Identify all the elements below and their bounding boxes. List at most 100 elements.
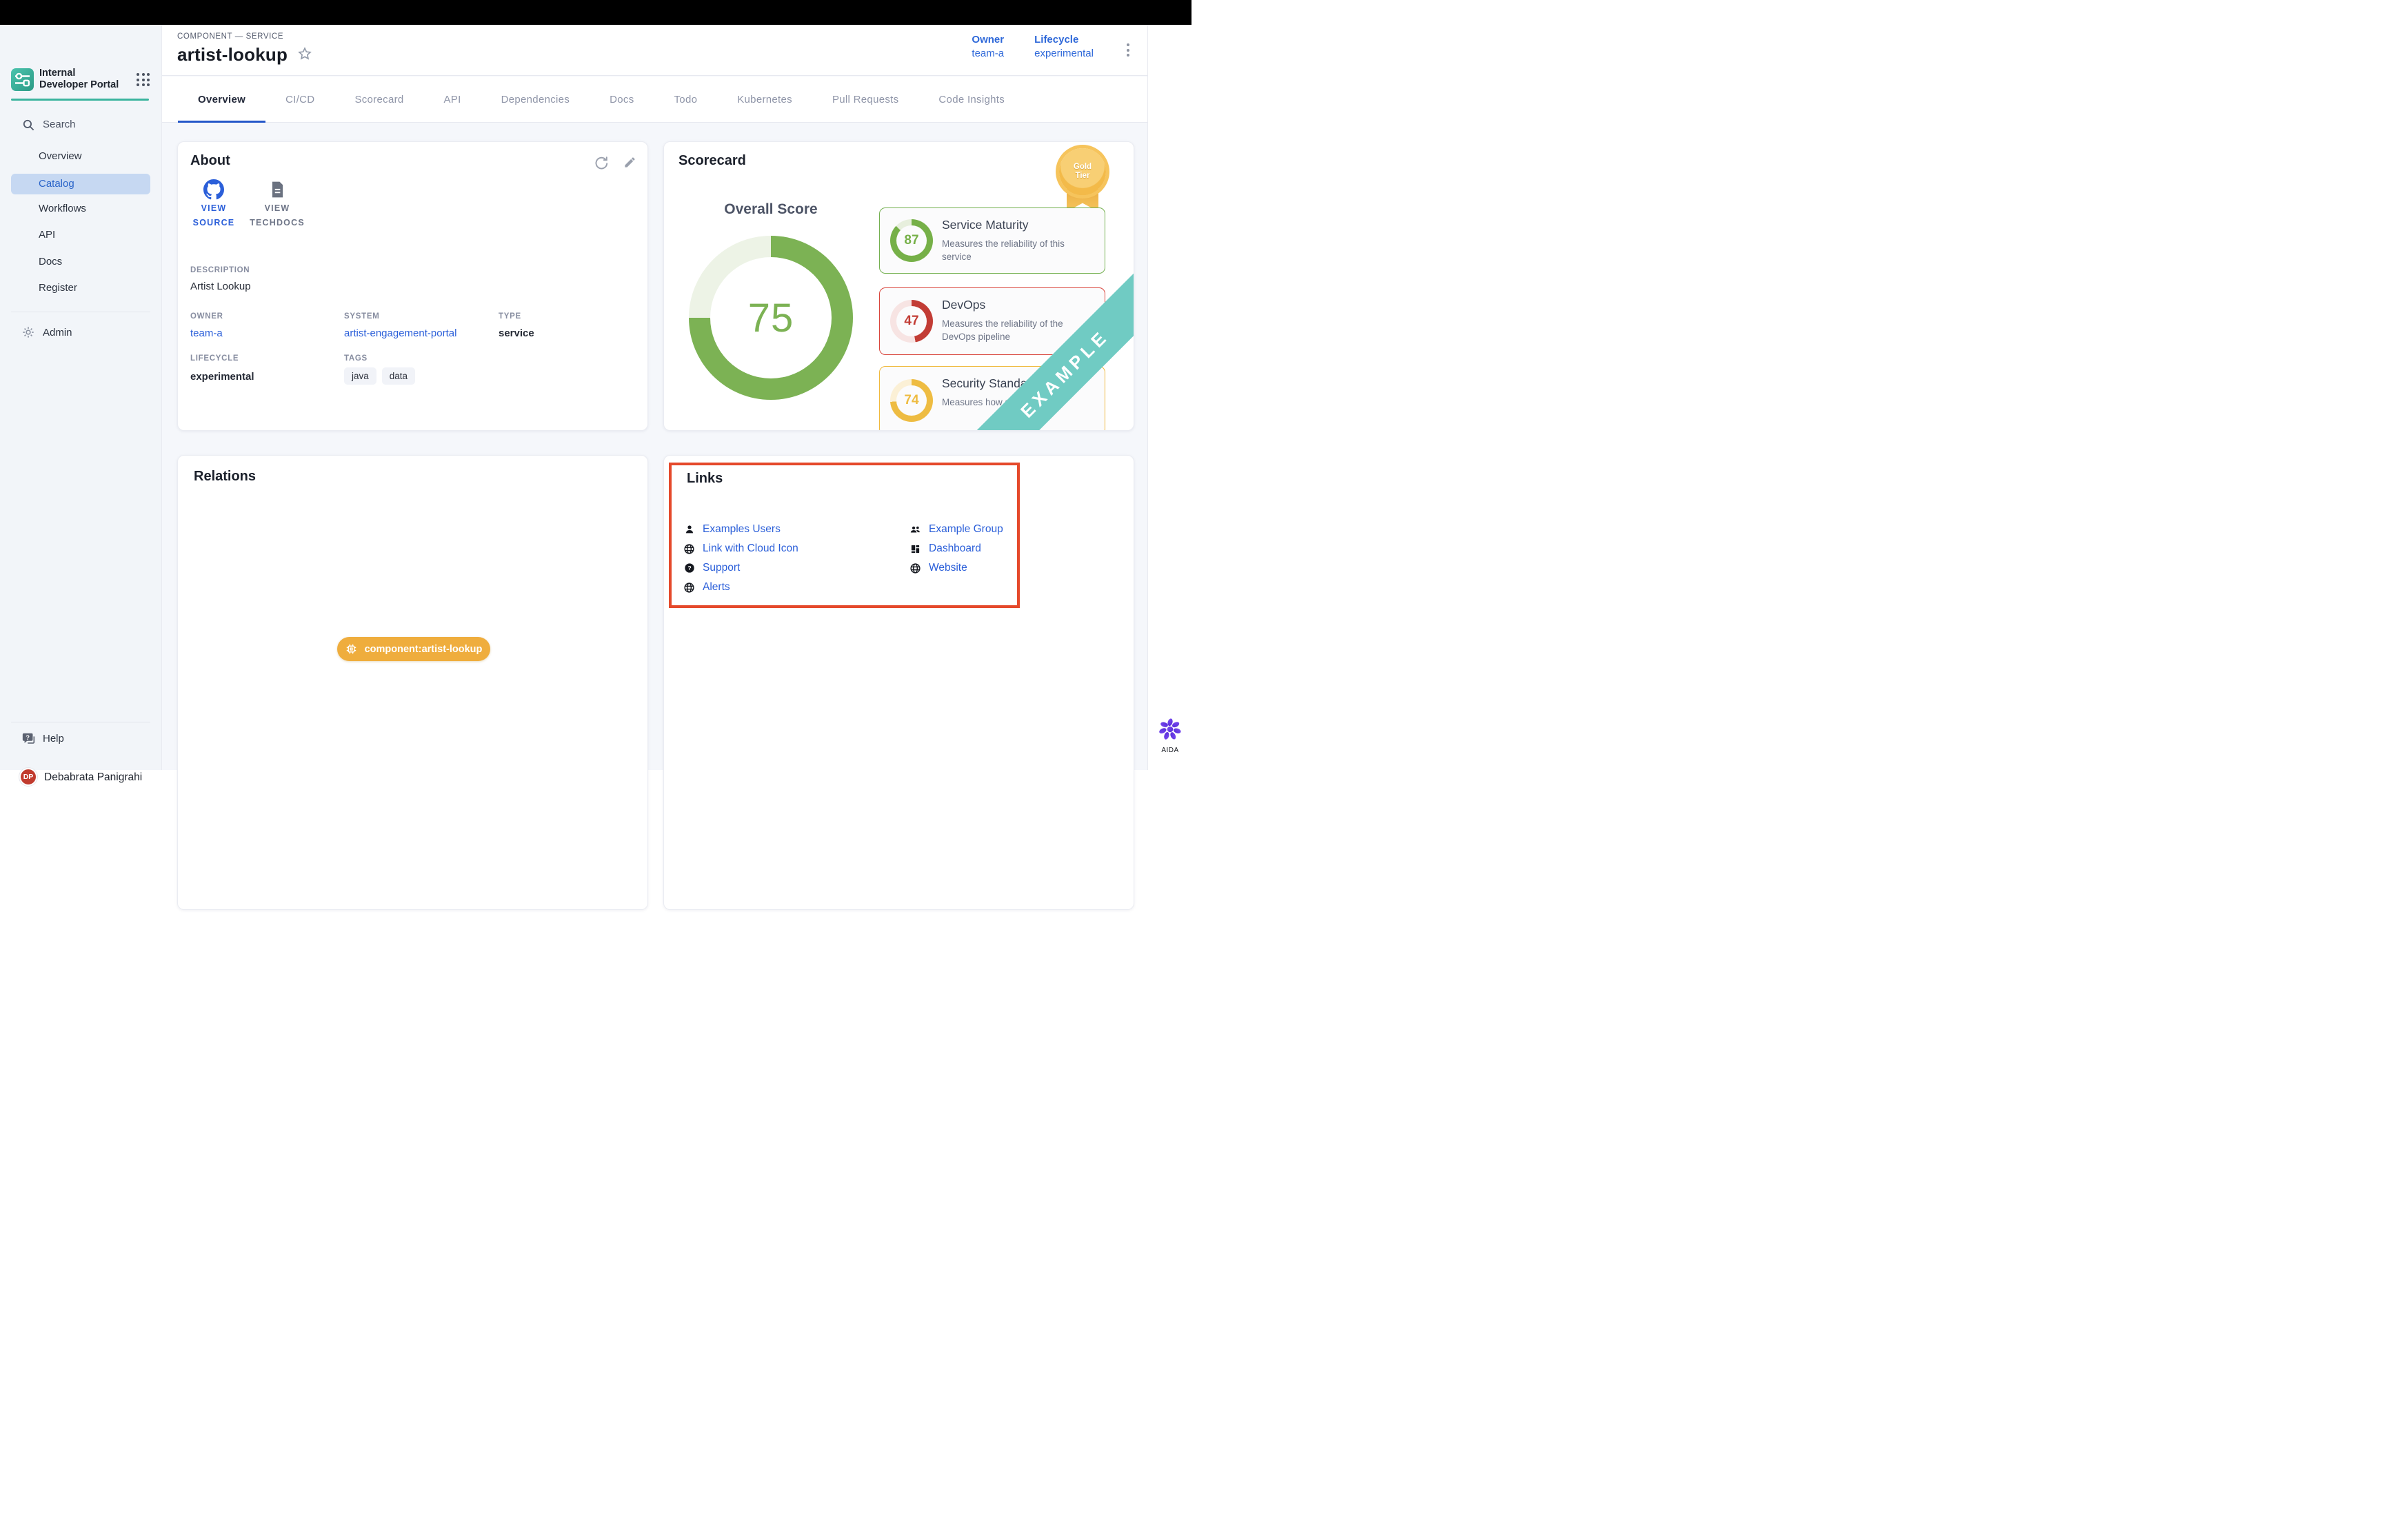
metric-value: 87	[890, 219, 933, 262]
overall-score-value: 75	[689, 236, 853, 400]
link-alerts[interactable]: Alerts	[683, 578, 730, 597]
link-with-cloud-icon[interactable]: Link with Cloud Icon	[683, 539, 798, 558]
right-gutter: AIDA	[1147, 25, 1192, 770]
about-card: About VIEW SOURCE VIEW	[177, 141, 648, 431]
sidebar-item-docs[interactable]: Docs	[11, 252, 150, 272]
tag-chip[interactable]: java	[344, 367, 376, 385]
link-website[interactable]: Website	[909, 558, 967, 578]
tab-scorecard[interactable]: Scorecard	[334, 77, 423, 122]
lifecycle-value: experimental	[1034, 48, 1094, 59]
tab-docs[interactable]: Docs	[590, 77, 654, 122]
relation-node-component[interactable]: component:artist-lookup	[337, 637, 490, 661]
view-source-line2: SOURCE	[181, 216, 247, 230]
link-dashboard[interactable]: Dashboard	[909, 539, 981, 558]
brand: Internal Developer Portal	[11, 68, 153, 92]
metric-value: 74	[890, 379, 933, 422]
sidebar-item-admin[interactable]: Admin	[0, 323, 162, 343]
link-label: Link with Cloud Icon	[703, 543, 798, 555]
content-area: About VIEW SOURCE VIEW	[162, 123, 1147, 770]
metric-title: DevOps	[942, 298, 985, 312]
user-avatar: DP	[19, 768, 37, 786]
dashboard-icon	[909, 544, 921, 554]
aida-widget[interactable]: AIDA	[1148, 718, 1192, 754]
tag-chip[interactable]: data	[382, 367, 415, 385]
refresh-icon[interactable]	[594, 156, 608, 174]
owner-meta[interactable]: Owner team-a	[972, 34, 1004, 59]
brand-divider	[11, 99, 149, 101]
system-field-value[interactable]: artist-engagement-portal	[344, 327, 456, 339]
link-example-group[interactable]: Example Group	[909, 520, 1003, 539]
tab-cicd[interactable]: CI/CD	[265, 77, 334, 122]
metric-donut: 74	[890, 379, 933, 422]
favorite-star-icon[interactable]	[297, 46, 312, 65]
type-field-label: TYPE	[499, 312, 521, 321]
sidebar-search[interactable]: Search	[0, 115, 162, 136]
help-chat-icon: ?	[21, 731, 37, 747]
tab-dependencies[interactable]: Dependencies	[481, 77, 590, 122]
view-techdocs-line2: TECHDOCS	[244, 216, 310, 230]
link-label: Example Group	[929, 523, 1003, 536]
tags-field-label: TAGS	[344, 354, 368, 363]
link-label: Examples Users	[703, 523, 781, 536]
owner-value[interactable]: team-a	[972, 48, 1004, 59]
description-value: Artist Lookup	[190, 281, 251, 292]
entity-kind-label: COMPONENT — SERVICE	[177, 32, 283, 41]
tab-kubernetes[interactable]: Kubernetes	[717, 77, 812, 122]
search-label: Search	[43, 119, 76, 130]
group-icon	[909, 524, 921, 535]
metric-donut: 47	[890, 300, 933, 343]
link-examples-users[interactable]: Examples Users	[683, 520, 781, 539]
tab-todo[interactable]: Todo	[654, 77, 718, 122]
tab-overview[interactable]: Overview	[178, 77, 265, 122]
type-field-value: service	[499, 327, 534, 339]
metric-donut: 87	[890, 219, 933, 262]
help-circle-icon: ?	[683, 563, 695, 574]
view-source-button[interactable]: VIEW SOURCE	[181, 178, 247, 230]
links-card: Links Examples Users Link with Cloud Ico…	[663, 455, 1134, 910]
sidebar-item-api[interactable]: API	[11, 225, 150, 245]
description-label: DESCRIPTION	[190, 266, 250, 274]
tab-code-insights[interactable]: Code Insights	[918, 77, 1025, 122]
metric-card-service-maturity[interactable]: 87 Service Maturity Measures the reliabi…	[879, 207, 1105, 274]
github-icon	[181, 178, 247, 201]
globe-icon	[909, 563, 921, 574]
svg-text:?: ?	[687, 565, 691, 571]
brand-title: Internal Developer Portal	[39, 68, 122, 91]
apps-grid-icon[interactable]	[137, 73, 150, 87]
globe-icon	[683, 543, 695, 555]
tab-pull-requests[interactable]: Pull Requests	[812, 77, 918, 122]
sidebar: Internal Developer Portal Search Overvie…	[0, 25, 162, 770]
svg-text:?: ?	[26, 734, 30, 741]
sidebar-item-workflows[interactable]: Workflows	[11, 199, 150, 219]
about-title: About	[190, 153, 230, 169]
sidebar-item-help[interactable]: ? Help	[0, 729, 162, 749]
main-area: COMPONENT — SERVICE artist-lookup Owner …	[162, 25, 1147, 770]
document-icon	[244, 178, 310, 201]
link-support[interactable]: ? Support	[683, 558, 740, 578]
view-source-line1: VIEW	[181, 201, 247, 216]
metric-description: Measures the reliability of this service	[942, 237, 1095, 263]
admin-label: Admin	[43, 327, 72, 338]
link-label: Dashboard	[929, 543, 981, 555]
owner-field-value[interactable]: team-a	[190, 327, 223, 339]
lifecycle-field-value: experimental	[190, 371, 254, 383]
tab-api[interactable]: API	[424, 77, 481, 122]
sidebar-item-register[interactable]: Register	[11, 278, 150, 298]
sidebar-user[interactable]: DP Debabrata Panigrahi	[0, 767, 162, 788]
sidebar-item-catalog[interactable]: Catalog	[11, 174, 150, 194]
relations-card: Relations component:artist-lookup	[177, 455, 648, 910]
scorecard-card: Scorecard Gold Tier Overall Score 75 87 …	[663, 141, 1134, 431]
aida-label: AIDA	[1148, 747, 1192, 754]
more-options-icon[interactable]	[1124, 39, 1132, 61]
lifecycle-meta: Lifecycle experimental	[1034, 34, 1094, 59]
edit-pencil-icon[interactable]	[623, 156, 636, 174]
view-techdocs-line1: VIEW	[244, 201, 310, 216]
view-techdocs-button[interactable]: VIEW TECHDOCS	[244, 178, 310, 230]
gear-icon	[21, 325, 35, 339]
metric-title: Service Maturity	[942, 218, 1028, 232]
link-label: Support	[703, 562, 740, 574]
badge-line2: Tier	[1076, 172, 1090, 181]
link-label: Website	[929, 562, 967, 574]
sidebar-item-overview[interactable]: Overview	[11, 146, 150, 167]
overall-score-label: Overall Score	[664, 201, 878, 218]
